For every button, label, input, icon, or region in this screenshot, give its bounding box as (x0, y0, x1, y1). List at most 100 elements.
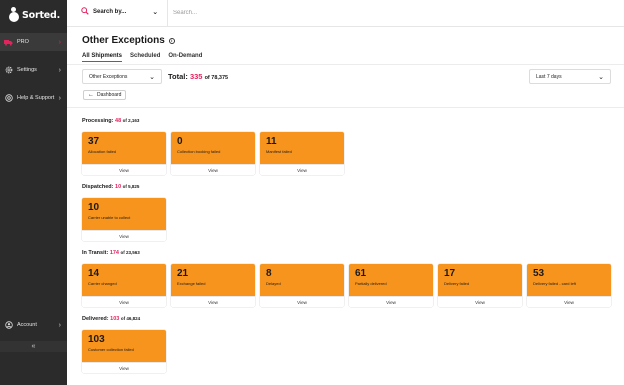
card-value: 53 (533, 268, 545, 279)
exception-card: 10 Carrier unable to collect View (82, 198, 166, 241)
search-icon (81, 7, 89, 17)
chevron-right-icon: › (58, 66, 61, 74)
arrow-left-icon: ← (88, 92, 94, 98)
card-value: 61 (355, 268, 367, 279)
section-label: Processing: (82, 118, 114, 124)
divider (67, 107, 624, 108)
total-summary: Total: 335 of 78,375 (168, 72, 228, 81)
sidebar: Sorted. PRO › Settings › Help & Support … (0, 0, 67, 385)
exception-card: 37 Allocation failed View (82, 132, 166, 175)
section-total: of 2,163 (122, 118, 140, 123)
view-button[interactable]: View (82, 362, 166, 373)
chevron-right-icon: › (58, 38, 61, 46)
card-label: Carrier changed (88, 281, 117, 286)
double-chevron-left-icon: « (31, 343, 36, 350)
sidebar-item-settings[interactable]: Settings › (0, 61, 67, 79)
card-value: 37 (88, 136, 100, 147)
view-button[interactable]: View (171, 296, 255, 307)
logo-text: Sorted. (22, 9, 61, 21)
view-button[interactable]: View (527, 296, 611, 307)
view-button[interactable]: View (82, 230, 166, 241)
user-icon (4, 321, 13, 330)
view-button[interactable]: View (82, 296, 166, 307)
help-icon (4, 94, 13, 103)
exception-filter-select[interactable]: Other Exceptions ⌄ (82, 69, 162, 84)
exception-card: 103 Customer collection failed View (82, 330, 166, 373)
sidebar-item-account[interactable]: Account › (0, 316, 67, 334)
section-count: 103 (110, 316, 120, 322)
section-title-dispatched: Dispatched: 10 of 5,825 (82, 184, 139, 190)
section-count: 10 (115, 184, 122, 190)
sidebar-item-label: Help & Support (17, 95, 55, 101)
date-range-select[interactable]: Last 7 days ⌄ (529, 69, 611, 84)
section-count: 48 (115, 118, 122, 124)
view-button[interactable]: View (349, 296, 433, 307)
exception-card: 14 Carrier changed View (82, 264, 166, 307)
exception-card: 11 Manifest failed View (260, 132, 344, 175)
view-button[interactable]: View (82, 164, 166, 175)
card-value: 14 (88, 268, 100, 279)
total-count: 335 (189, 72, 203, 81)
truck-icon (4, 38, 13, 47)
card-value: 0 (177, 136, 183, 147)
tab-scheduled[interactable]: Scheduled (130, 53, 160, 62)
view-button[interactable]: View (171, 164, 255, 175)
view-button[interactable]: View (260, 296, 344, 307)
section-total: of 5,825 (122, 184, 140, 189)
chevron-down-icon: ⌄ (149, 73, 155, 81)
section-title-processing: Processing: 48 of 2,163 (82, 118, 139, 124)
chevron-right-icon: › (58, 94, 61, 102)
shipment-tabs: All Shipments Scheduled On-Demand (82, 53, 210, 62)
card-value: 11 (266, 136, 277, 147)
card-label: Delivery failed (444, 281, 470, 286)
search-by-label: Search by... (93, 9, 127, 15)
search-input[interactable] (173, 8, 473, 18)
search-by-dropdown[interactable]: Search by... ⌄ (81, 7, 158, 17)
exception-card: 53 Delivery failed - card left View (527, 264, 611, 307)
logo-mark-icon (9, 7, 19, 23)
collapse-sidebar-button[interactable]: « (0, 341, 67, 352)
total-of: of 78,375 (204, 75, 229, 81)
exception-card: 21 Exchange failed View (171, 264, 255, 307)
exception-card: 61 Partially delivered View (349, 264, 433, 307)
info-icon[interactable]: i (168, 37, 175, 44)
main-content: Other Exceptions i All Shipments Schedul… (67, 27, 624, 385)
sidebar-item-help-support[interactable]: Help & Support › (0, 89, 67, 107)
sorted-logo[interactable]: Sorted. (9, 6, 60, 24)
section-total: of 46,824 (120, 316, 141, 321)
date-range-value: Last 7 days (536, 73, 562, 80)
sidebar-item-label: Account (17, 322, 37, 328)
topbar: Search by... ⌄ (67, 0, 624, 27)
section-label: Dispatched: (82, 184, 114, 190)
page-title: Other Exceptions i (82, 35, 175, 46)
exception-card: 8 Delayed View (260, 264, 344, 307)
chevron-down-icon: ⌄ (598, 73, 604, 81)
dashboard-button[interactable]: ← Dashboard (83, 90, 126, 100)
sidebar-item-pro[interactable]: PRO › (0, 33, 67, 51)
view-button[interactable]: View (260, 164, 344, 175)
card-label: Manifest failed (266, 149, 292, 154)
section-label: Delivered: (82, 316, 109, 322)
exception-card: 0 Collection booking failed View (171, 132, 255, 175)
view-button[interactable]: View (438, 296, 522, 307)
card-value: 10 (88, 202, 100, 213)
divider (167, 0, 168, 27)
chevron-down-icon: ⌄ (152, 9, 159, 16)
card-label: Delivery failed - card left (533, 281, 576, 286)
divider (67, 64, 624, 65)
section-count: 174 (109, 250, 119, 256)
card-label: Customer collection failed (88, 347, 134, 352)
section-label: In Transit: (82, 250, 109, 256)
page-title-text: Other Exceptions (82, 35, 165, 46)
chevron-right-icon: › (58, 321, 61, 329)
tab-on-demand[interactable]: On-Demand (168, 53, 202, 62)
card-value: 21 (177, 268, 189, 279)
card-value: 8 (266, 268, 272, 279)
dashboard-label: Dashboard (97, 92, 122, 98)
card-label: Collection booking failed (177, 149, 221, 154)
section-total: of 23,563 (120, 250, 140, 255)
tab-all-shipments[interactable]: All Shipments (82, 53, 123, 62)
sidebar-item-label: PRO (17, 39, 29, 45)
card-label: Allocation failed (88, 149, 117, 154)
card-label: Delayed (266, 281, 281, 286)
